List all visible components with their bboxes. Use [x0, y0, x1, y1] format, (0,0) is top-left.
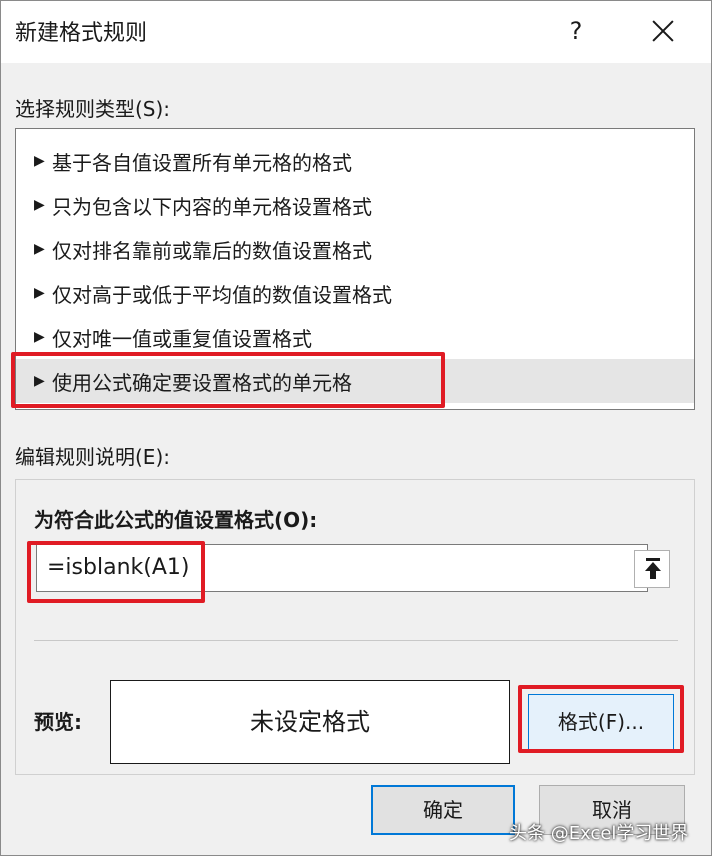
rule-item-above-below-average[interactable]: ▶ 仅对高于或低于平均值的数值设置格式	[16, 271, 694, 315]
watermark: 头条 @Excel学习世界	[509, 823, 689, 844]
rule-item-contains[interactable]: ▶ 只为包含以下内容的单元格设置格式	[16, 183, 694, 227]
preview-label: 预览:	[34, 710, 82, 734]
rule-item-color-scale[interactable]: ▶ 基于各自值设置所有单元格的格式	[16, 139, 694, 183]
close-icon[interactable]	[643, 13, 683, 49]
rule-item-label: 仅对高于或低于平均值的数值设置格式	[52, 282, 392, 307]
rule-item-label: 仅对排名靠前或靠后的数值设置格式	[52, 238, 372, 263]
rule-item-label: 基于各自值设置所有单元格的格式	[52, 150, 352, 175]
divider	[34, 640, 678, 641]
arrow-up-bar-icon	[645, 558, 661, 579]
expand-arrow-icon: ▶	[34, 329, 45, 345]
expand-arrow-icon: ▶	[34, 197, 45, 213]
ok-button[interactable]: 确定	[371, 785, 515, 835]
title-bar: 新建格式规则 ?	[1, 1, 711, 63]
preview-box: 未设定格式	[110, 680, 510, 764]
rule-item-top-bottom[interactable]: ▶ 仅对排名靠前或靠后的数值设置格式	[16, 227, 694, 271]
formula-label: 为符合此公式的值设置格式(O):	[34, 508, 318, 532]
edit-rule-description-label: 编辑规则说明(E):	[15, 445, 170, 469]
rule-type-label: 选择规则类型(S):	[15, 97, 171, 121]
expand-arrow-icon: ▶	[34, 285, 45, 301]
rule-item-label: 仅对唯一值或重复值设置格式	[52, 326, 312, 351]
collapse-dialog-button[interactable]	[634, 550, 670, 588]
expand-arrow-icon: ▶	[34, 241, 45, 257]
dialog-title: 新建格式规则	[15, 21, 148, 46]
highlight-box	[518, 685, 684, 753]
rule-item-label: 只为包含以下内容的单元格设置格式	[52, 194, 372, 219]
help-button[interactable]: ?	[559, 13, 593, 49]
new-format-rule-dialog: 新建格式规则 ? 选择规则类型(S): ▶ 基于各自值设置所有单元格的格式 ▶ …	[0, 0, 712, 856]
expand-arrow-icon: ▶	[34, 153, 45, 169]
highlight-box	[27, 541, 205, 603]
highlight-box	[11, 352, 445, 408]
